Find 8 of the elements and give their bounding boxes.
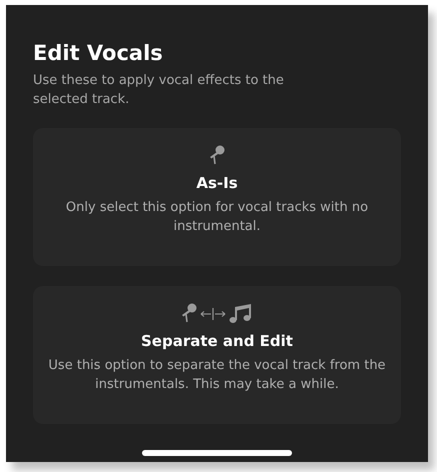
- option-description: Use this option to separate the vocal track from the instrumentals. This may take a while.: [47, 357, 387, 394]
- sheet-subtitle: Use these to apply vocal effects to the selected track.: [33, 72, 285, 109]
- option-title: As-Is: [196, 174, 238, 192]
- option-card[interactable]: As-Is Only select this option for vocal tracks with no instrumental.: [33, 128, 401, 266]
- option-card[interactable]: Separate and Edit Use this option to separate the vocal track from the instrumentals. This may take a while.: [33, 286, 401, 424]
- option-description: Only select this option for vocal tracks with no instrumental.: [64, 199, 370, 236]
- sheet-title: Edit Vocals: [33, 41, 164, 65]
- option-title: Separate and Edit: [141, 332, 293, 350]
